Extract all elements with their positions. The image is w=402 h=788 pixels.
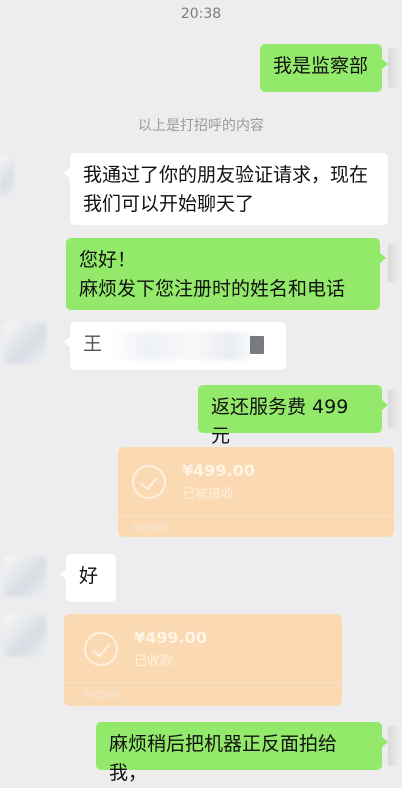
contact-avatar[interactable] bbox=[4, 322, 46, 364]
divider bbox=[118, 515, 394, 516]
divider bbox=[64, 682, 342, 683]
message-text-line2: 麻烦发下您注册时的姓名和电话 bbox=[79, 278, 346, 300]
message-received-4[interactable]: 王 bbox=[64, 322, 286, 370]
message-received-2[interactable]: 我通过了你的朋友验证请求，现在 我们可以开始聊天了 bbox=[64, 153, 388, 225]
message-text: 返还服务费 499 元 bbox=[211, 396, 349, 447]
message-sent-3[interactable]: 您好！ 麻烦发下您注册时的姓名和电话 bbox=[66, 238, 386, 310]
transfer-amount: ¥499.00 bbox=[134, 628, 207, 647]
check-circle-icon bbox=[132, 465, 166, 499]
system-note: 以上是打招呼的内容 bbox=[138, 118, 264, 134]
self-avatar[interactable] bbox=[388, 243, 402, 283]
transfer-status: 已收款 bbox=[134, 654, 174, 669]
self-avatar[interactable] bbox=[388, 389, 402, 429]
transfer-footer: 微信转账 bbox=[132, 524, 169, 534]
message-text: 麻烦稍后把机器正反面拍给我， bbox=[109, 733, 338, 784]
message-text-line1: 您好！ bbox=[79, 249, 137, 271]
message-sent-1[interactable]: 我是监察部 bbox=[260, 44, 388, 92]
message-text-line2: 我们可以开始聊天了 bbox=[83, 193, 255, 215]
contact-avatar[interactable] bbox=[0, 155, 14, 197]
message-text-line1: 我通过了你的朋友验证请求，现在 bbox=[83, 164, 369, 186]
timestamp: 20:38 bbox=[180, 6, 222, 22]
message-text: 王 bbox=[83, 333, 103, 355]
message-received-7[interactable]: 好 bbox=[60, 554, 116, 602]
transfer-amount: ¥499.00 bbox=[182, 461, 255, 480]
transfer-footer: 微信转账 bbox=[84, 691, 121, 701]
transfer-card-2[interactable]: ¥499.00 已收款 微信转账 bbox=[64, 614, 342, 706]
contact-avatar[interactable] bbox=[4, 555, 46, 597]
transfer-status: 已被接收 bbox=[182, 487, 235, 502]
check-circle-icon bbox=[84, 632, 118, 666]
contact-avatar[interactable] bbox=[4, 615, 46, 657]
message-text: 我是监察部 bbox=[273, 55, 369, 77]
message-sent-5[interactable]: 返还服务费 499 元 bbox=[198, 385, 388, 447]
message-sent-9[interactable]: 麻烦稍后把机器正反面拍给我， bbox=[96, 722, 388, 784]
redacted-pixel bbox=[250, 336, 264, 354]
self-avatar[interactable] bbox=[388, 726, 402, 766]
self-avatar[interactable] bbox=[388, 48, 402, 88]
message-text: 好 bbox=[79, 565, 99, 587]
transfer-card-1[interactable]: ¥499.00 已被接收 微信转账 bbox=[118, 447, 394, 537]
redacted-area bbox=[110, 332, 260, 360]
